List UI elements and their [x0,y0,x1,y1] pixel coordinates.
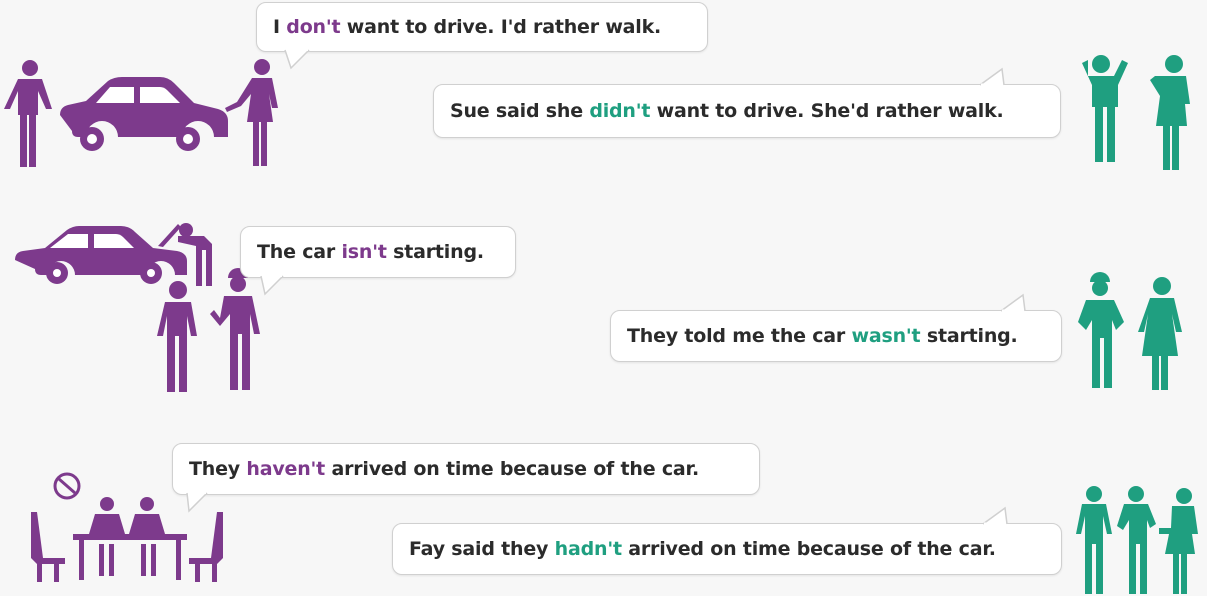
verb-highlight: haven't [246,458,326,480]
man-woman-car-icon [0,55,290,170]
bubble-text-pre: They [189,458,247,480]
bubble-tail [1000,293,1026,314]
reported-speech-bubble-2: They told me the car wasn't starting. [610,293,1062,362]
broken-car-mechanic-icon [10,218,270,398]
bubble-text-pre: The car [257,241,342,263]
reported-speech-bubble-3: Fay said they hadn't arrived on time bec… [392,506,1062,575]
three-people-icon [1072,484,1204,596]
bubble-tail [982,506,1008,527]
direct-speech-bubble-1: I don't want to drive. I'd rather walk. [256,2,708,70]
mechanic-woman-icon [1070,272,1200,392]
bubble-text-post: want to drive. I'd rather walk. [340,16,662,38]
reported-speech-bubble-1: Sue said she didn't want to drive. She'd… [433,67,1061,138]
bubble-tail [284,48,310,70]
verb-highlight: hadn't [554,538,622,560]
bubble-text-pre: Fay said they [409,538,555,560]
direct-speech-bubble-2: The car isn't starting. [240,226,516,296]
bubble-text-pre: Sue said she [450,100,590,122]
bubble-text-post: arrived on time because of the car. [621,538,996,560]
verb-highlight: isn't [341,241,387,263]
two-people-icon [1068,52,1203,172]
bubble-tail [186,491,208,513]
verb-highlight: wasn't [851,325,921,347]
bubble-text-post: starting. [920,325,1018,347]
bubble-tail [260,274,284,296]
verb-highlight: didn't [589,100,651,122]
bubble-text-pre: I [273,16,287,38]
bubble-text-post: arrived on time because of the car. [325,458,700,480]
bubble-tail [979,67,1005,88]
verb-highlight: don't [286,16,341,38]
bubble-text-post: starting. [386,241,484,263]
direct-speech-bubble-3: They haven't arrived on time because of … [172,443,760,513]
bubble-text-pre: They told me the car [627,325,852,347]
bubble-text-post: want to drive. She'd rather walk. [650,100,1004,122]
